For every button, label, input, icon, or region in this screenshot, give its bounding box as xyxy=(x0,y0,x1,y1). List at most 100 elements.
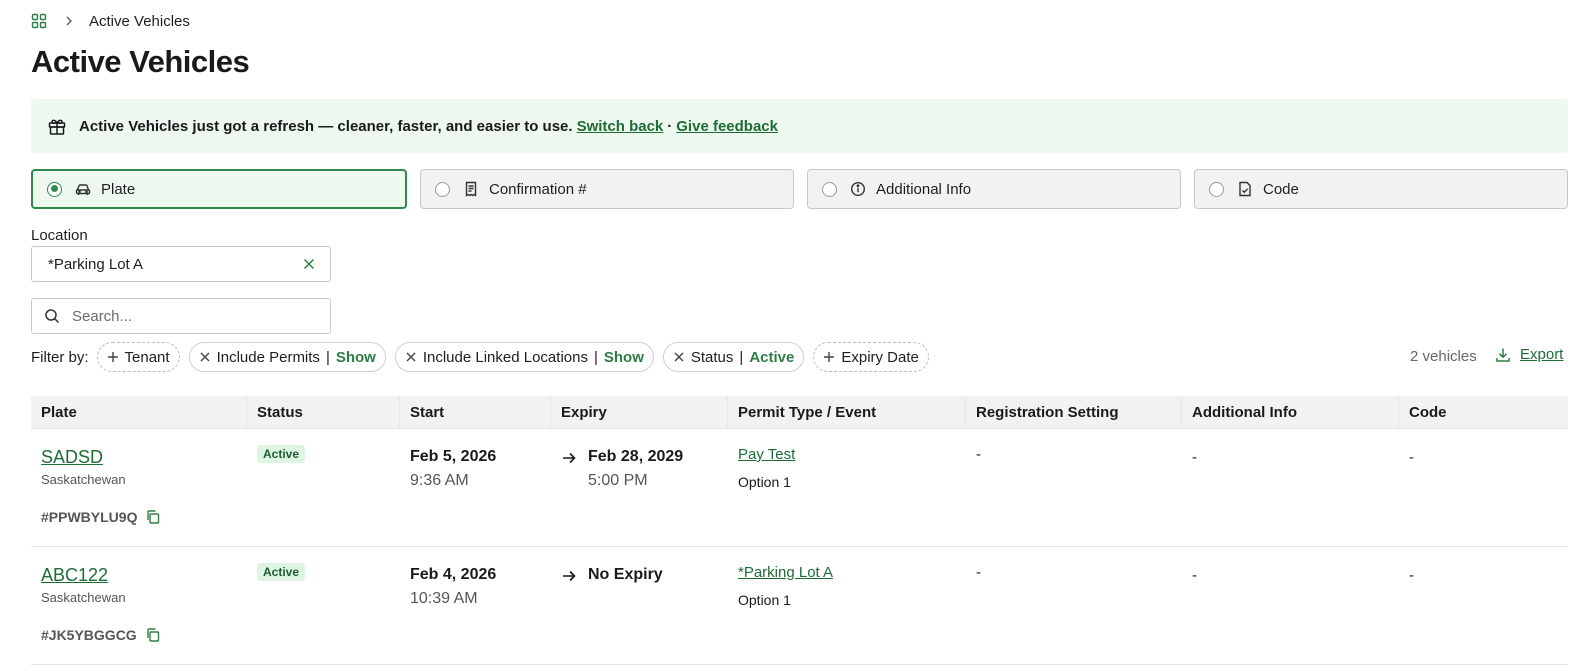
status-badge: Active xyxy=(257,445,306,463)
mode-label: Code xyxy=(1263,180,1299,198)
expiry-cell: Feb 28, 2029 5:00 PM xyxy=(551,429,728,546)
filter-chip-include-permits[interactable]: Include Permits | Show xyxy=(188,342,386,372)
plate-cell: SADSD Saskatchewan #PPWBYLU9Q xyxy=(31,429,247,546)
radio-selected[interactable] xyxy=(47,181,62,197)
breadcrumb: Active Vehicles xyxy=(31,10,190,32)
remove-icon[interactable] xyxy=(199,351,211,363)
confirmation-number: #PPWBYLU9Q xyxy=(41,509,161,525)
column-header-status[interactable]: Status xyxy=(247,396,400,428)
status-badge: Active xyxy=(257,563,306,581)
start-time: 9:36 AM xyxy=(410,472,469,489)
column-header-plate[interactable]: Plate xyxy=(31,396,247,428)
location-value: *Parking Lot A xyxy=(48,255,144,273)
switch-back-link[interactable]: Switch back xyxy=(577,118,664,135)
chip-divider: | xyxy=(325,348,330,366)
registration-value: - xyxy=(976,446,981,463)
mode-plate[interactable]: Plate xyxy=(31,169,407,209)
province: Saskatchewan xyxy=(41,590,126,605)
registration-value: - xyxy=(976,564,981,581)
expiry-date: Feb 28, 2029 xyxy=(588,448,684,465)
filter-chip-tenant[interactable]: Tenant xyxy=(96,342,180,372)
remove-icon[interactable] xyxy=(405,351,417,363)
radio-unselected[interactable] xyxy=(1209,181,1224,197)
confirmation-text: #PPWBYLU9Q xyxy=(41,509,138,525)
permit-link[interactable]: *Parking Lot A xyxy=(738,564,833,581)
chip-divider: | xyxy=(593,348,598,366)
province: Saskatchewan xyxy=(41,472,126,487)
permit-link[interactable]: Pay Test xyxy=(738,446,795,463)
code-value: - xyxy=(1409,567,1414,584)
status-cell: Active xyxy=(247,429,400,546)
column-header-start[interactable]: Start xyxy=(400,396,551,428)
confirmation-text: #JK5YBGGCG xyxy=(41,627,137,643)
search-icon xyxy=(44,308,60,324)
chip-label: Tenant xyxy=(124,348,170,366)
mode-confirmation[interactable]: Confirmation # xyxy=(420,169,794,209)
radio-unselected[interactable] xyxy=(822,181,837,197)
filter-chip-status[interactable]: Status | Active xyxy=(662,342,805,372)
table-row: ABC122 Saskatchewan #JK5YBGGCG Active Fe… xyxy=(31,547,1568,665)
table-header: Plate Status Start Expiry Permit Type / … xyxy=(31,396,1568,429)
permit-cell: *Parking Lot A Option 1 xyxy=(728,547,966,664)
vehicle-count: 2 vehicles xyxy=(1410,348,1477,365)
additional-info-value: - xyxy=(1192,567,1197,584)
banner-message: Active Vehicles just got a refresh — cle… xyxy=(79,117,573,135)
chip-label: Include Permits xyxy=(216,348,320,366)
plus-icon xyxy=(823,351,835,363)
column-header-registration-setting[interactable]: Registration Setting xyxy=(966,396,1182,428)
mode-label: Additional Info xyxy=(876,180,972,198)
status-cell: Active xyxy=(247,547,400,664)
mode-additional-info[interactable]: Additional Info xyxy=(807,169,1181,209)
apps-grid-icon[interactable] xyxy=(31,13,47,29)
plate-cell: ABC122 Saskatchewan #JK5YBGGCG xyxy=(31,547,247,664)
start-cell: Feb 5, 2026 9:36 AM xyxy=(400,429,551,546)
plate-link[interactable]: ABC122 xyxy=(41,565,108,586)
start-cell: Feb 4, 2026 10:39 AM xyxy=(400,547,551,664)
copy-icon[interactable] xyxy=(145,627,161,643)
column-header-expiry[interactable]: Expiry xyxy=(551,396,728,428)
clear-icon[interactable] xyxy=(302,257,316,271)
arrow-right-icon xyxy=(561,450,577,466)
copy-icon[interactable] xyxy=(145,509,161,525)
code-cell: - xyxy=(1399,547,1568,664)
arrow-right-icon xyxy=(561,568,577,584)
download-icon xyxy=(1495,347,1511,363)
additional-info-value: - xyxy=(1192,449,1197,466)
confirmation-number: #JK5YBGGCG xyxy=(41,627,161,643)
remove-icon[interactable] xyxy=(673,351,685,363)
filter-chip-include-linked-locations[interactable]: Include Linked Locations | Show xyxy=(394,342,654,372)
chip-label: Expiry Date xyxy=(841,348,919,366)
start-time: 10:39 AM xyxy=(410,590,478,607)
car-icon xyxy=(75,181,91,197)
export-label: Export xyxy=(1520,346,1564,363)
column-header-code[interactable]: Code xyxy=(1399,396,1568,428)
give-feedback-link[interactable]: Give feedback xyxy=(676,118,778,135)
vehicles-table: Plate Status Start Expiry Permit Type / … xyxy=(31,396,1568,665)
banner-separator: · xyxy=(667,117,673,135)
code-doc-icon xyxy=(1237,181,1253,197)
column-header-additional-info[interactable]: Additional Info xyxy=(1182,396,1399,428)
filter-label: Filter by: xyxy=(31,348,89,366)
filter-chip-expiry-date[interactable]: Expiry Date xyxy=(813,342,929,372)
plate-link[interactable]: SADSD xyxy=(41,447,103,468)
start-date: Feb 5, 2026 xyxy=(410,448,497,465)
mode-code[interactable]: Code xyxy=(1194,169,1568,209)
column-header-permit-type[interactable]: Permit Type / Event xyxy=(728,396,966,428)
permit-cell: Pay Test Option 1 xyxy=(728,429,966,546)
plus-icon xyxy=(107,351,119,363)
radio-unselected[interactable] xyxy=(435,181,450,197)
additional-info-cell: - xyxy=(1182,429,1399,546)
expiry-cell: No Expiry xyxy=(551,547,728,664)
chip-value: Show xyxy=(335,348,376,366)
chip-value: Show xyxy=(603,348,644,366)
breadcrumb-current: Active Vehicles xyxy=(89,12,190,30)
code-value: - xyxy=(1409,449,1414,466)
location-select[interactable]: *Parking Lot A xyxy=(31,246,331,282)
additional-info-cell: - xyxy=(1182,547,1399,664)
export-button[interactable]: Export xyxy=(1495,346,1563,363)
start-date: Feb 4, 2026 xyxy=(410,566,497,583)
gift-icon xyxy=(47,116,67,136)
chip-label: Status xyxy=(690,348,734,366)
registration-cell: - xyxy=(966,547,1182,664)
search-input[interactable] xyxy=(72,307,312,325)
